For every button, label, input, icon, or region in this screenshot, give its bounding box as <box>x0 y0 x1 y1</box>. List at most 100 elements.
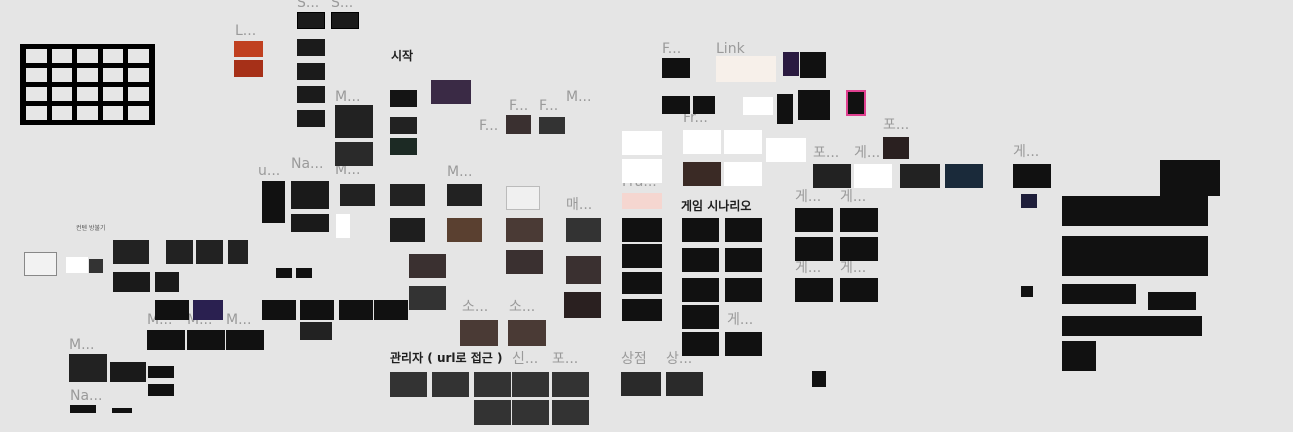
frame-photo[interactable] <box>883 137 909 159</box>
frame-dark[interactable] <box>262 181 285 223</box>
frame-orange-grid[interactable] <box>166 240 193 264</box>
frame-dark[interactable] <box>297 12 325 29</box>
section-label-po-1[interactable]: 포... <box>552 352 578 366</box>
scenario-frame[interactable] <box>682 332 719 356</box>
scenario-frame[interactable] <box>840 278 878 302</box>
section-label-so-1[interactable]: 소... <box>462 300 488 314</box>
section-label-game-scenario[interactable]: 게임 시나리오 <box>681 200 751 212</box>
frame-dark[interactable] <box>622 244 662 268</box>
frame-dark[interactable] <box>1021 286 1033 297</box>
frame-dark[interactable] <box>297 39 325 56</box>
frame-white[interactable] <box>683 130 721 154</box>
frame-white[interactable] <box>724 130 762 154</box>
frame-dark[interactable] <box>296 268 312 278</box>
frame-photo[interactable] <box>813 164 851 188</box>
section-label-l[interactable]: L... <box>235 24 256 38</box>
section-label-na-1[interactable]: Na... <box>291 157 323 171</box>
frame-photo[interactable] <box>945 164 983 188</box>
frame-dark[interactable] <box>297 86 325 103</box>
frame-dark[interactable] <box>291 214 329 232</box>
frame-dark[interactable] <box>70 405 96 413</box>
frame-dark[interactable] <box>291 181 329 209</box>
frame-dark[interactable] <box>339 300 373 320</box>
frame-photo[interactable] <box>506 115 531 134</box>
section-label-f-3[interactable]: F... <box>539 99 558 113</box>
frame-dark[interactable] <box>112 408 132 413</box>
frame-dark[interactable] <box>148 384 174 396</box>
frame-white[interactable] <box>66 257 88 273</box>
scenario-frame[interactable] <box>725 278 762 302</box>
frame-white[interactable] <box>766 138 806 162</box>
scenario-frame[interactable] <box>795 237 833 261</box>
admin-frame[interactable] <box>512 400 549 425</box>
section-label-s-2[interactable]: S... <box>331 0 353 10</box>
admin-frame[interactable] <box>474 400 511 425</box>
frame-dark[interactable] <box>113 272 150 292</box>
frame-photo[interactable] <box>409 286 446 310</box>
section-label-ge-6[interactable]: 게... <box>840 261 866 275</box>
frame-dark[interactable] <box>622 299 662 321</box>
admin-frame[interactable] <box>474 372 511 397</box>
shop-frame[interactable] <box>621 372 661 396</box>
frame-dark[interactable] <box>800 52 826 78</box>
section-label-mae[interactable]: 매... <box>566 198 592 212</box>
frame-dark[interactable] <box>89 259 103 273</box>
admin-frame[interactable] <box>390 372 427 397</box>
frame-dark[interactable] <box>155 300 189 320</box>
frame-white[interactable] <box>336 214 350 238</box>
frame-dark-cluster[interactable] <box>1148 292 1196 310</box>
frame-dark[interactable] <box>187 330 225 350</box>
section-label-po-3[interactable]: 포... <box>813 146 839 160</box>
section-label-m-7[interactable]: M... <box>226 313 251 327</box>
frame-light[interactable] <box>24 252 57 276</box>
frame-pink[interactable] <box>622 193 662 209</box>
frame-dark[interactable] <box>777 94 793 124</box>
frame-orange-grid[interactable] <box>340 184 375 206</box>
section-label-so-2[interactable]: 소... <box>509 300 535 314</box>
scenario-frame[interactable] <box>682 218 719 242</box>
section-label-admin[interactable]: 관리자 ( url로 접근 ) <box>390 352 503 364</box>
frame-dark[interactable] <box>622 218 662 242</box>
frame-photo[interactable] <box>431 80 471 104</box>
grid-frame-icon[interactable] <box>20 44 155 125</box>
frame-dark[interactable] <box>262 300 296 320</box>
frame-white[interactable] <box>622 131 662 155</box>
frame-photo[interactable] <box>506 218 543 242</box>
admin-frame[interactable] <box>552 372 589 397</box>
frame-dark[interactable] <box>276 268 292 278</box>
frame-dark[interactable] <box>390 138 417 155</box>
frame-light[interactable] <box>716 56 776 82</box>
admin-frame[interactable] <box>432 372 469 397</box>
section-label-ge-5[interactable]: 게... <box>795 261 821 275</box>
frame-dark-cluster[interactable] <box>1160 160 1220 196</box>
section-label-shop[interactable]: 상점 <box>621 352 647 366</box>
section-label-link[interactable]: Link <box>716 42 745 56</box>
scenario-frame[interactable] <box>840 208 878 232</box>
frame-photo[interactable] <box>564 292 601 318</box>
frame-orange[interactable] <box>234 60 263 77</box>
scenario-frame[interactable] <box>682 305 719 329</box>
scenario-frame[interactable] <box>725 218 762 242</box>
frame-dark[interactable] <box>662 58 690 78</box>
section-label-ge-4[interactable]: 게... <box>840 190 866 204</box>
frame-dark-cluster[interactable] <box>1062 284 1136 304</box>
frame-dark[interactable] <box>110 362 146 382</box>
section-label-m-3[interactable]: M... <box>447 165 472 179</box>
section-label-f-1[interactable]: F... <box>662 42 681 56</box>
frame-photo[interactable] <box>409 254 446 278</box>
frame-dark[interactable] <box>390 90 417 107</box>
design-canvas[interactable]: 시작 게임 시나리오 관리자 ( url로 접근 ) 상점 상... Link … <box>0 0 1293 432</box>
section-label-f-2[interactable]: F... <box>509 99 528 113</box>
section-label-ge-2[interactable]: 게... <box>1013 145 1039 159</box>
frame-photo[interactable] <box>506 250 543 274</box>
section-label-ge-3[interactable]: 게... <box>795 190 821 204</box>
section-label-s-1[interactable]: S... <box>297 0 319 10</box>
frame-dark[interactable] <box>226 330 264 350</box>
frame-orange-grid[interactable] <box>390 184 425 206</box>
admin-frame[interactable] <box>512 372 549 397</box>
frame-dark[interactable] <box>1013 164 1051 188</box>
shop-frame[interactable] <box>666 372 703 396</box>
frame-orange-grid[interactable] <box>335 105 373 138</box>
section-label-ge-7[interactable]: 게... <box>727 313 753 327</box>
section-label-m-4[interactable]: M... <box>566 90 591 104</box>
